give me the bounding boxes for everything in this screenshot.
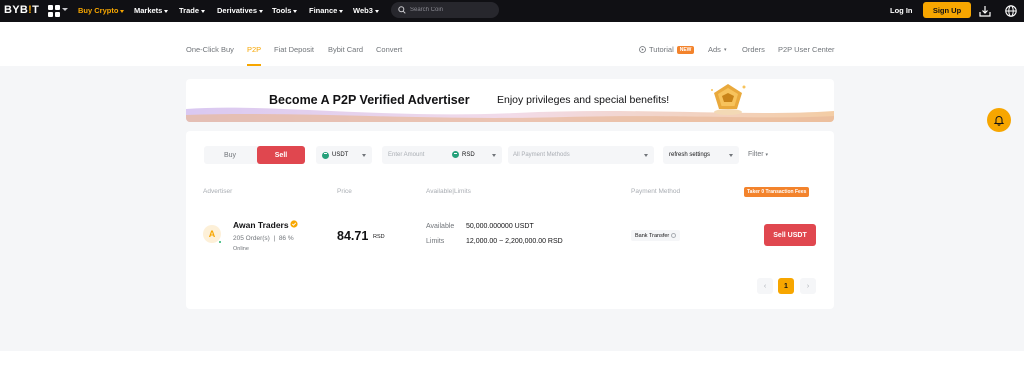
filter-button[interactable]: Filter ▾ xyxy=(748,151,768,158)
header-payment-method: Payment Method xyxy=(631,188,681,195)
play-circle-icon xyxy=(639,46,646,53)
advertiser-banner[interactable]: Become A P2P Verified Advertiser Enjoy p… xyxy=(186,79,834,122)
footer-strip xyxy=(0,351,1024,368)
fiat-select[interactable]: RSD xyxy=(452,151,475,158)
online-status-dot xyxy=(218,240,222,244)
tab-p2p[interactable]: P2P xyxy=(247,45,261,54)
header-advertiser: Advertiser xyxy=(203,188,233,195)
banner-subtitle: Enjoy privileges and special benefits! xyxy=(497,94,670,106)
sell-tab[interactable]: Sell xyxy=(257,146,305,164)
online-status: Online xyxy=(233,246,249,252)
available-value: 50,000.000000 USDT xyxy=(466,223,534,230)
tab-one-click-buy[interactable]: One-Click Buy xyxy=(186,45,234,54)
header-available-limits: Available|Limits xyxy=(426,188,471,195)
active-tab-indicator xyxy=(247,64,261,66)
chevron-down-icon: ▾ xyxy=(765,152,769,158)
nav-buy-crypto[interactable]: Buy Crypto xyxy=(78,6,125,15)
nav-tools[interactable]: Tools xyxy=(272,6,298,15)
amount-field[interactable]: Enter Amount RSD xyxy=(382,146,502,164)
sell-usdt-button[interactable]: Sell USDT xyxy=(764,224,816,246)
refresh-settings-select[interactable]: refresh settings xyxy=(663,146,739,164)
price-unit: RSD xyxy=(373,234,385,240)
nav-finance[interactable]: Finance xyxy=(309,6,344,15)
chevron-down-icon: ▾ xyxy=(723,46,727,53)
advertiser-stats: 205 Order(s) | 86 % xyxy=(233,235,294,242)
nav-web3[interactable]: Web3 xyxy=(353,6,379,15)
tutorial-label: Tutorial xyxy=(649,45,674,54)
tab-fiat-deposit[interactable]: Fiat Deposit xyxy=(274,45,314,54)
verified-badge-illustration xyxy=(711,84,746,115)
offer-price: 84.71 xyxy=(337,229,369,243)
tutorial-link[interactable]: Tutorial NEW xyxy=(639,45,695,54)
payment-method-tag: Bank Transfer xyxy=(631,230,681,241)
orders-link[interactable]: Orders xyxy=(742,45,765,54)
p2p-subnav: One-Click Buy P2P Fiat Deposit Bybit Car… xyxy=(0,22,1024,66)
download-icon[interactable] xyxy=(978,4,992,18)
page-1-button[interactable]: 1 xyxy=(778,278,794,294)
app-grid-icon[interactable] xyxy=(48,5,60,17)
login-link[interactable]: Log In xyxy=(890,6,913,15)
coin-select[interactable]: USDT xyxy=(316,146,372,164)
globe-icon[interactable] xyxy=(1004,4,1018,18)
search-input[interactable] xyxy=(410,2,494,18)
limits-value: 12,000.00 ~ 2,200,000.00 RSD xyxy=(466,238,563,245)
info-icon[interactable] xyxy=(671,233,677,238)
banner-title: Become A P2P Verified Advertiser xyxy=(269,93,470,107)
notification-bell-button[interactable] xyxy=(987,108,1011,132)
nav-trade[interactable]: Trade xyxy=(179,6,206,15)
usdt-coin-icon xyxy=(322,151,329,159)
available-label: Available xyxy=(426,223,455,230)
chevron-down-icon xyxy=(729,154,733,157)
limits-label: Limits xyxy=(426,238,445,245)
tab-bybit-card[interactable]: Bybit Card xyxy=(328,45,363,54)
bell-icon xyxy=(993,116,1005,126)
p2p-user-center-link[interactable]: P2P User Center xyxy=(778,45,835,54)
tab-convert[interactable]: Convert xyxy=(376,45,402,54)
search-icon xyxy=(398,6,406,14)
chevron-down-icon xyxy=(492,154,496,157)
nav-derivatives[interactable]: Derivatives xyxy=(217,6,264,15)
chevron-down-icon xyxy=(62,8,68,11)
chevron-down-icon xyxy=(644,154,648,157)
rsd-currency-icon xyxy=(452,151,459,158)
buy-sell-toggle: Buy Sell xyxy=(204,146,305,164)
next-page-button[interactable]: › xyxy=(800,278,816,294)
chevron-down-icon xyxy=(362,154,366,157)
buy-tab[interactable]: Buy xyxy=(204,146,256,164)
verified-merchant-icon xyxy=(290,220,298,228)
amount-input[interactable]: Enter Amount xyxy=(388,152,424,158)
top-navigation: BYB!T Buy Crypto Markets Trade Derivativ… xyxy=(0,0,1024,22)
bybit-logo[interactable]: BYB!T xyxy=(4,4,39,16)
p2p-offers-panel: Buy Sell USDT Enter Amount RSD All Payme… xyxy=(186,131,834,309)
header-price: Price xyxy=(337,188,352,195)
search-box[interactable] xyxy=(391,2,499,18)
payment-method-select[interactable]: All Payment Methods xyxy=(508,146,654,164)
advertiser-name[interactable]: Awan Traders xyxy=(233,220,289,230)
nav-markets[interactable]: Markets xyxy=(134,6,169,15)
prev-page-button[interactable]: ‹ xyxy=(757,278,773,294)
new-badge: NEW xyxy=(676,45,695,54)
zero-fee-badge: Taker 0 Transaction Fees xyxy=(744,187,810,197)
signup-button[interactable]: Sign Up xyxy=(923,2,971,18)
ads-menu[interactable]: Ads ▾ xyxy=(708,45,726,54)
